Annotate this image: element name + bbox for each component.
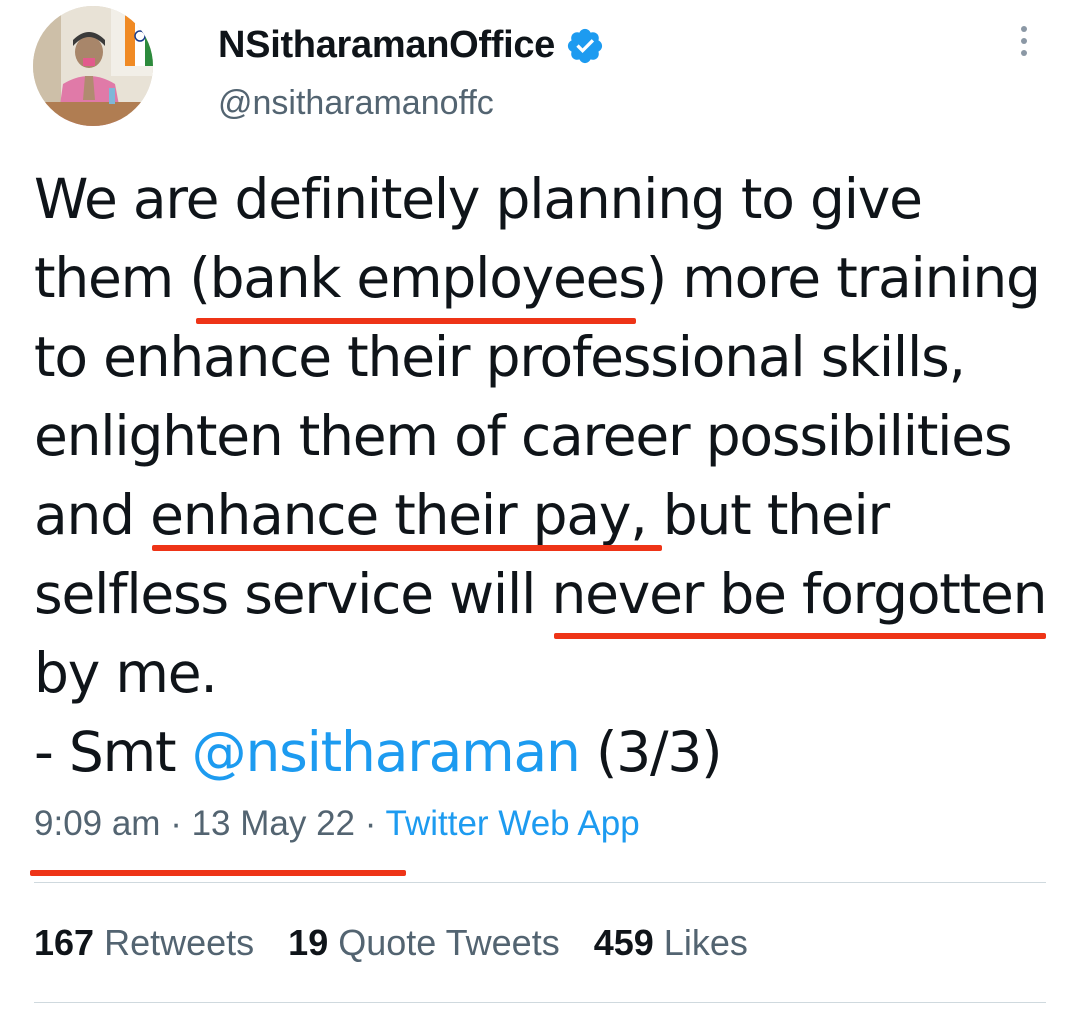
tweet-line: enlighten them of career possibilities [34,404,1013,468]
tweet-line: We are definitely planning to give [34,167,923,231]
author-display-name[interactable]: NSitharamanOffice [218,24,555,67]
likes-label: Likes [663,922,748,963]
divider [34,882,1046,883]
tweet-source-link[interactable]: Twitter Web App [386,804,640,843]
avatar[interactable] [33,6,153,126]
tweet-line: selfless service will never be forgotten [34,562,1048,626]
signature-suffix: (3/3) [579,720,723,784]
tweet-stats: 167 Retweets 19 Quote Tweets 459 Likes [34,922,782,964]
author-name-row[interactable]: NSitharamanOffice [218,24,605,67]
more-options-icon[interactable] [1012,26,1036,66]
tweet-time[interactable]: 9:09 am [34,804,160,843]
likes-stat[interactable]: 459 Likes [594,922,748,964]
tweet-line: to enhance their professional skills, [34,325,966,389]
retweets-count: 167 [34,922,95,963]
quote-tweets-stat[interactable]: 19 Quote Tweets [288,922,560,964]
tweet-line: by me. [34,641,218,705]
tweet-line: them (bank employees) more training [34,246,1041,310]
tweet-signature: - Smt @nsitharaman (3/3) [34,713,1064,792]
retweets-label: Retweets [104,922,255,963]
highlight-underline [554,633,1046,639]
signature-mention-link[interactable]: @nsitharaman [192,720,581,784]
highlight-underline [152,545,662,551]
quotes-label: Quote Tweets [338,922,560,963]
tweet-date[interactable]: 13 May 22 [192,804,355,843]
signature-prefix: - Smt [34,720,192,784]
highlight-underline [196,318,636,324]
tweet-text: We are definitely planning to give them … [34,160,1064,792]
quotes-count: 19 [288,922,329,963]
retweets-stat[interactable]: 167 Retweets [34,922,254,964]
meta-separator: · [160,804,192,843]
tweet-meta: 9:09 am · 13 May 22 · Twitter Web App [34,804,640,844]
highlight-underline [30,870,406,876]
tweet-line: and enhance their pay, but their [34,483,890,547]
likes-count: 459 [593,922,654,963]
verified-badge-icon [567,28,603,63]
author-handle[interactable]: @nsitharamanoffc [218,84,494,123]
divider [34,1002,1046,1003]
meta-separator: · [355,804,386,843]
